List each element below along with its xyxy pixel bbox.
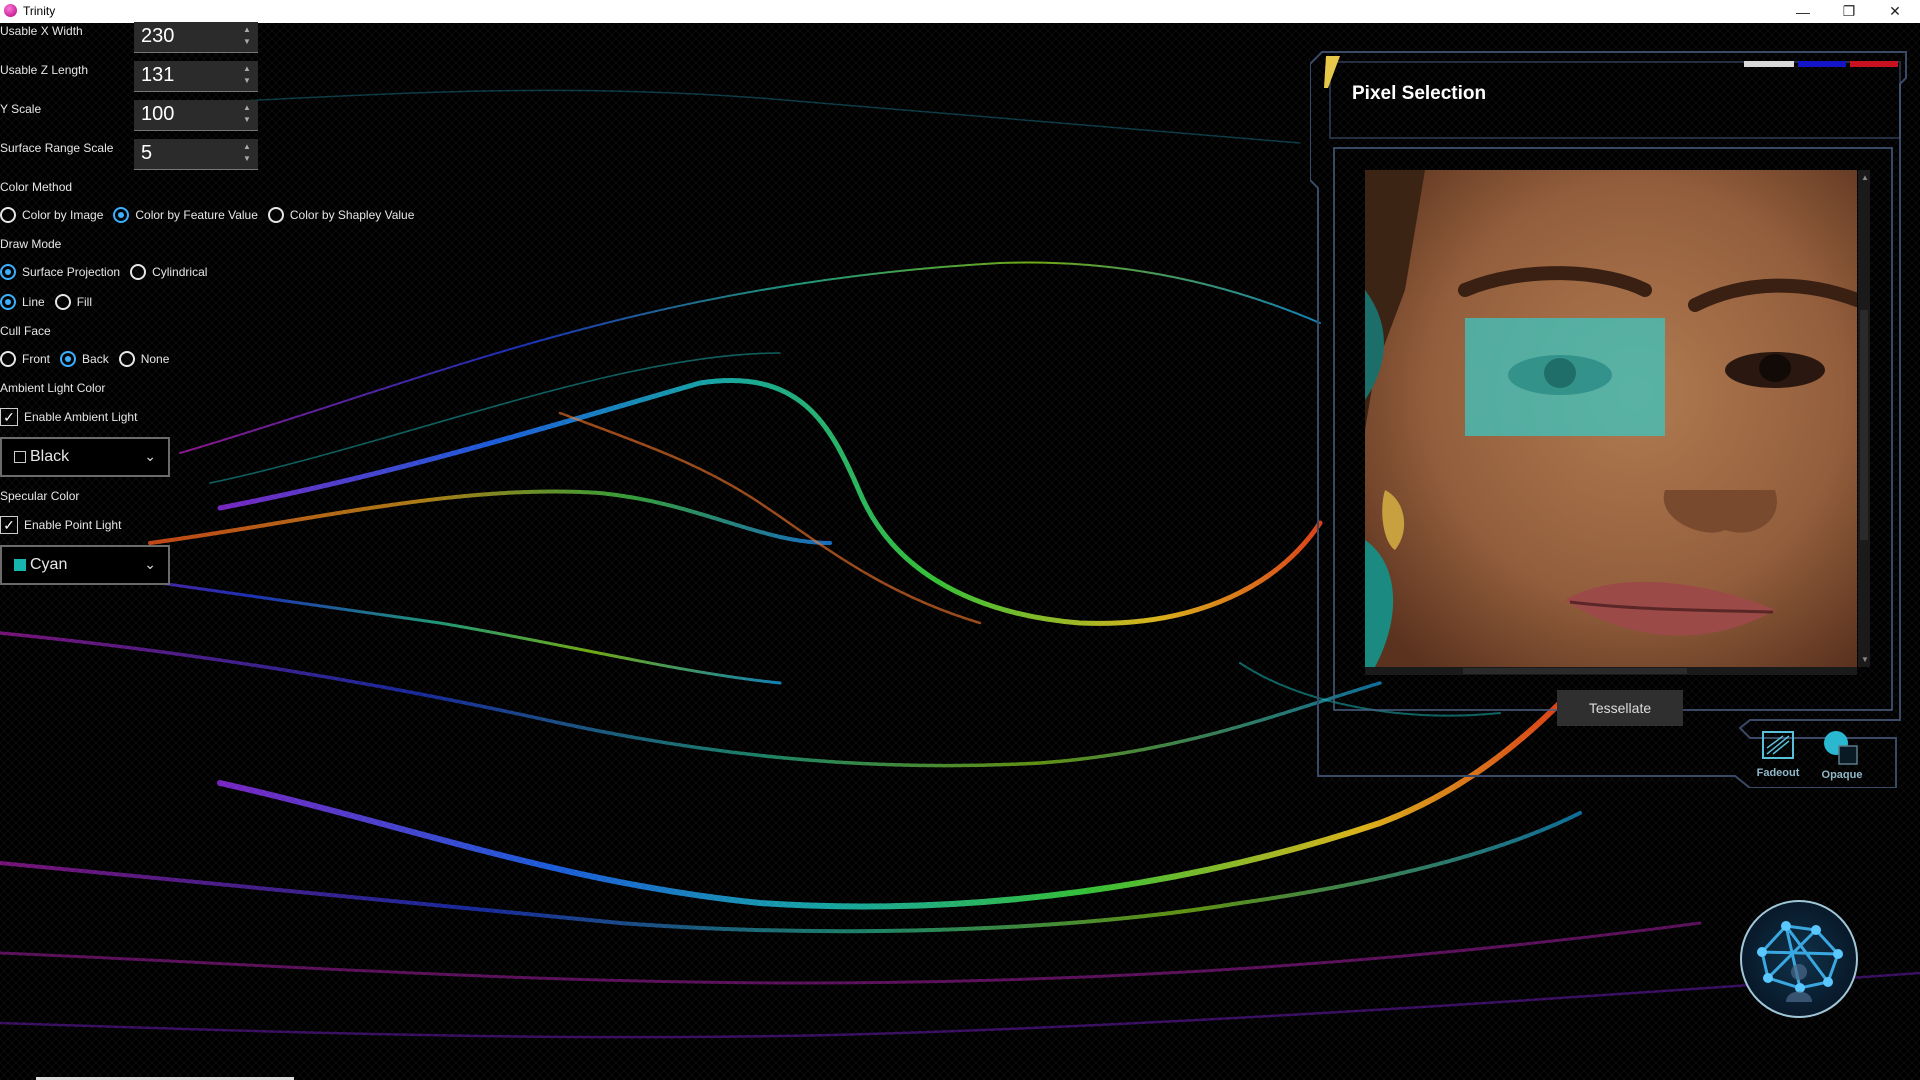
y-scale-label: Y Scale bbox=[0, 102, 42, 116]
title-bar: Trinity — ❐ ✕ bbox=[0, 0, 1920, 23]
radio-color-by-image[interactable]: Color by Image bbox=[0, 207, 103, 223]
color-swatch bbox=[14, 559, 26, 571]
usable-z-length-input[interactable]: 131 ▲ ▼ bbox=[134, 61, 258, 92]
face-image[interactable] bbox=[1365, 170, 1857, 667]
color-method-group: Color by Image Color by Feature Value Co… bbox=[0, 207, 424, 223]
spinner-icon[interactable]: ▲ ▼ bbox=[240, 24, 254, 50]
projection-group: Surface Projection Cylindrical bbox=[0, 264, 217, 280]
opaque-label: Opaque bbox=[1821, 769, 1863, 781]
line-style-group: Line Fill bbox=[0, 294, 102, 310]
cull-face-group: Front Back None bbox=[0, 351, 179, 367]
face-illustration bbox=[1365, 170, 1857, 667]
specular-color-label: Specular Color bbox=[0, 489, 80, 503]
spinner-icon[interactable]: ▲ ▼ bbox=[240, 102, 254, 128]
spinner-icon[interactable]: ▲ ▼ bbox=[240, 63, 254, 89]
usable-x-width-value: 230 bbox=[141, 25, 175, 47]
app-icon bbox=[4, 4, 17, 17]
surface-range-scale-label: Surface Range Scale bbox=[0, 141, 114, 155]
scroll-thumb[interactable] bbox=[1860, 310, 1868, 540]
color-swatch bbox=[14, 451, 26, 463]
specular-color-dropdown[interactable]: Cyan ⌄ bbox=[0, 545, 170, 585]
radio-color-by-shapley-value[interactable]: Color by Shapley Value bbox=[267, 207, 414, 223]
scroll-down-icon[interactable]: ▼ bbox=[1861, 655, 1869, 664]
radio-circle bbox=[267, 207, 284, 223]
radio-circle bbox=[60, 351, 77, 367]
minimize-icon[interactable]: — bbox=[1780, 0, 1826, 23]
restore-icon[interactable]: ❐ bbox=[1826, 0, 1872, 23]
radio-line[interactable]: Line bbox=[0, 294, 45, 310]
fadeout-button[interactable]: Fadeout bbox=[1748, 730, 1808, 779]
scroll-up-icon[interactable]: ▲ bbox=[1861, 173, 1869, 182]
chevron-down-icon: ⌄ bbox=[144, 556, 156, 572]
neural-network-button[interactable] bbox=[1740, 900, 1858, 1018]
radio-circle bbox=[0, 264, 16, 280]
window-title: Trinity bbox=[23, 4, 56, 18]
surface-range-scale-value: 5 bbox=[141, 142, 153, 164]
checkmark-icon: ✓ bbox=[0, 408, 18, 426]
opaque-button[interactable]: Opaque bbox=[1812, 730, 1872, 781]
y-scale-input[interactable]: 100 ▲ ▼ bbox=[134, 100, 258, 131]
radio-color-by-feature-value[interactable]: Color by Feature Value bbox=[113, 207, 258, 223]
radio-circle bbox=[0, 207, 16, 223]
image-vertical-scrollbar[interactable]: ▲ ▼ bbox=[1858, 170, 1870, 667]
neural-network-icon bbox=[1757, 921, 1843, 1002]
enable-ambient-light-label: Enable Ambient Light bbox=[24, 410, 138, 424]
y-scale-value: 100 bbox=[141, 103, 175, 125]
radio-circle bbox=[54, 294, 71, 310]
ambient-color-value: Black bbox=[30, 448, 70, 465]
cull-face-label: Cull Face bbox=[0, 324, 51, 338]
usable-z-length-value: 131 bbox=[141, 64, 175, 86]
color-method-label: Color Method bbox=[0, 180, 73, 194]
ambient-color-dropdown[interactable]: Black ⌄ bbox=[0, 437, 170, 477]
radio-circle bbox=[113, 207, 130, 223]
close-icon[interactable]: ✕ bbox=[1872, 0, 1918, 23]
specular-color-value: Cyan bbox=[30, 556, 68, 573]
radio-front[interactable]: Front bbox=[0, 351, 50, 367]
tessellate-button[interactable]: Tessellate bbox=[1557, 690, 1683, 726]
opaque-icon bbox=[1824, 731, 1858, 765]
checkmark-icon: ✓ bbox=[0, 516, 18, 534]
radio-cylindrical[interactable]: Cylindrical bbox=[130, 264, 207, 280]
scroll-thumb[interactable] bbox=[1463, 668, 1687, 674]
fadeout-label: Fadeout bbox=[1756, 767, 1800, 779]
radio-none[interactable]: None bbox=[118, 351, 169, 367]
usable-x-width-input[interactable]: 230 ▲ ▼ bbox=[134, 22, 258, 53]
image-horizontal-scrollbar[interactable] bbox=[1365, 667, 1857, 675]
radio-circle bbox=[0, 294, 16, 310]
enable-ambient-light-checkbox[interactable]: ✓ Enable Ambient Light bbox=[0, 408, 137, 426]
usable-x-width-label: Usable X Width bbox=[0, 24, 83, 38]
chevron-down-icon: ⌄ bbox=[144, 448, 156, 464]
radio-circle bbox=[130, 264, 147, 280]
enable-point-light-label: Enable Point Light bbox=[24, 518, 122, 532]
fadeout-icon bbox=[1762, 731, 1794, 759]
pixel-selection-title: Pixel Selection bbox=[1352, 83, 1487, 104]
radio-fill[interactable]: Fill bbox=[54, 294, 92, 310]
ambient-light-color-label: Ambient Light Color bbox=[0, 381, 106, 395]
enable-point-light-checkbox[interactable]: ✓ Enable Point Light bbox=[0, 516, 121, 534]
spinner-icon[interactable]: ▲ ▼ bbox=[240, 141, 254, 167]
radio-surface-projection[interactable]: Surface Projection bbox=[0, 264, 120, 280]
usable-z-length-label: Usable Z Length bbox=[0, 63, 89, 77]
surface-range-scale-input[interactable]: 5 ▲ ▼ bbox=[134, 139, 258, 170]
radio-circle bbox=[0, 351, 16, 367]
draw-mode-label: Draw Mode bbox=[0, 237, 62, 251]
radio-back[interactable]: Back bbox=[60, 351, 109, 367]
radio-circle bbox=[118, 351, 135, 367]
